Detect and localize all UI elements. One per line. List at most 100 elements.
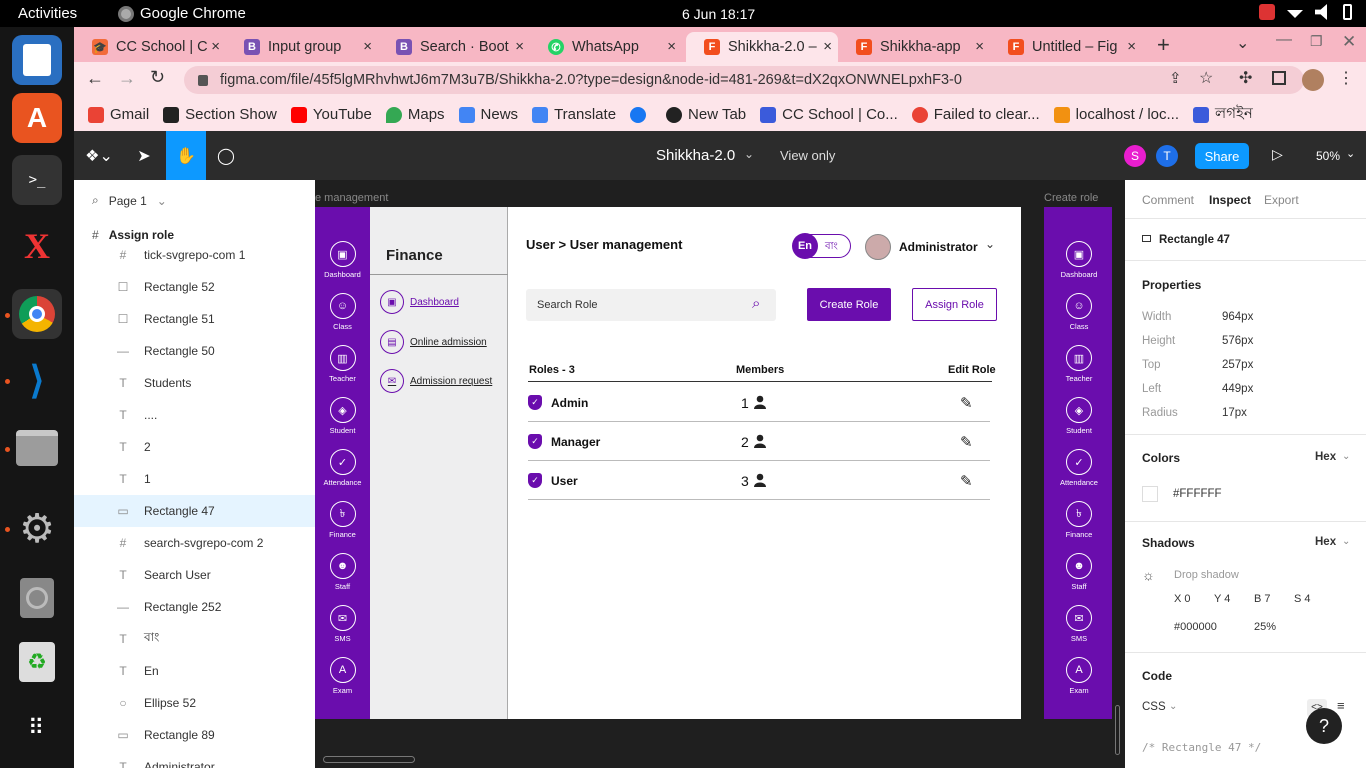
bookmark-news[interactable]: News	[458, 106, 518, 123]
subnav-dashboard[interactable]: ▣ Dashboard	[380, 290, 459, 314]
sidebar-item-exam[interactable]: A Exam	[315, 657, 370, 695]
sidebar-icon[interactable]	[1272, 71, 1286, 85]
hand-tool-icon[interactable]: ✋	[166, 131, 206, 180]
share-button[interactable]: Share	[1195, 143, 1249, 169]
sidebar-item-sms[interactable]: ✉ SMS	[315, 605, 370, 643]
bookmark-cc-school[interactable]: CC School | Co...	[760, 106, 898, 123]
present-icon[interactable]: ▷	[1272, 146, 1283, 163]
sidebar-item-dashboard[interactable]: ▣ Dashboard	[1044, 241, 1112, 279]
maximize-icon[interactable]: ❐	[1310, 33, 1323, 50]
sidebar-item-student[interactable]: ◈ Student	[1044, 397, 1112, 435]
close-tab-icon[interactable]: ×	[667, 38, 676, 55]
app-center-icon[interactable]: A	[12, 93, 62, 143]
sidebar-item-finance[interactable]: ৳ Finance	[1044, 501, 1112, 539]
minimize-icon[interactable]: —	[1276, 31, 1292, 49]
extensions-icon[interactable]: ✣	[1239, 68, 1252, 88]
layer-item[interactable]: T2	[74, 431, 315, 463]
layer-item[interactable]: ○ Ellipse 52	[74, 687, 315, 719]
tab-inspect[interactable]: Inspect	[1209, 193, 1251, 207]
disk-icon[interactable]	[12, 573, 62, 623]
layer-item[interactable]: T বাং	[74, 623, 315, 655]
property-value[interactable]: 257px	[1222, 359, 1253, 371]
bookmark-new-tab[interactable]: New Tab	[666, 106, 746, 123]
close-tab-icon[interactable]: ×	[823, 38, 832, 55]
tab-cc-school[interactable]: 🎓 CC School | C ×	[74, 32, 226, 62]
lang-en[interactable]: En	[792, 233, 818, 259]
create-role-button[interactable]: Create Role	[807, 288, 891, 321]
vertical-scrollbar[interactable]	[1115, 705, 1120, 755]
tab-whatsapp[interactable]: ✆ WhatsApp ×	[530, 32, 682, 62]
search-icon[interactable]: ⌕	[92, 193, 99, 208]
close-tab-icon[interactable]: ×	[515, 38, 524, 55]
share-page-icon[interactable]: ⇪	[1169, 69, 1182, 87]
sidebar-item-class[interactable]: ☺ Class	[1044, 293, 1112, 331]
horizontal-scrollbar[interactable]	[323, 756, 415, 763]
layer-item[interactable]: # search-svgrepo-com 2	[74, 527, 315, 559]
battery-icon[interactable]	[1343, 4, 1352, 20]
chevron-down-icon[interactable]: ⌄	[985, 237, 995, 251]
system-tray[interactable]	[1259, 4, 1352, 20]
close-tab-icon[interactable]: ×	[1127, 38, 1136, 55]
bookmark-section-show[interactable]: Section Show	[163, 106, 277, 123]
file-title[interactable]: Shikkha-2.0	[656, 147, 735, 164]
layer-item[interactable]: ▭ Rectangle 47	[74, 495, 315, 527]
sidebar-item-teacher[interactable]: ▥ Teacher	[315, 345, 370, 383]
collaborator-avatar[interactable]: T	[1156, 145, 1178, 167]
page-selector[interactable]: ⌕ Page 1 ⌄	[92, 193, 167, 208]
settings-icon[interactable]: ⚙	[12, 504, 62, 554]
bookmark-translate[interactable]: Translate	[532, 106, 616, 123]
layer-item[interactable]: # tick-svgrepo-com 1	[74, 239, 315, 271]
layer-item[interactable]: ☐ Rectangle 52	[74, 271, 315, 303]
layer-item[interactable]: T Administrator	[74, 751, 315, 768]
layer-item[interactable]: ▭ Rectangle 89	[74, 719, 315, 751]
search-role-input[interactable]: Search Role ⌕	[526, 289, 776, 321]
bookmark-localhost[interactable]: localhost / loc...	[1053, 106, 1179, 123]
layer-item[interactable]: — Rectangle 50	[74, 335, 315, 367]
wifi-icon[interactable]	[1287, 10, 1303, 18]
figma-menu-icon[interactable]: ❖⌄	[74, 131, 124, 180]
bookmark-youtube[interactable]: YouTube	[290, 106, 372, 123]
sidebar-item-attendance[interactable]: ✓ Attendance	[1044, 449, 1112, 487]
search-icon[interactable]: ⌕	[752, 295, 760, 312]
sidebar-item-student[interactable]: ◈ Student	[315, 397, 370, 435]
property-value[interactable]: 576px	[1222, 335, 1253, 347]
tab-untitled[interactable]: F Untitled – Fig ×	[990, 32, 1142, 62]
bookmark-gmail[interactable]: Gmail	[88, 106, 149, 123]
layer-item[interactable]: — Rectangle 252	[74, 591, 315, 623]
bookmark-failed-clear[interactable]: Failed to clear...	[911, 106, 1040, 123]
zoom-level[interactable]: 50%	[1316, 149, 1340, 163]
close-tab-icon[interactable]: ×	[211, 38, 220, 55]
text-editor-icon[interactable]	[12, 35, 62, 85]
tab-shikkha-active[interactable]: F Shikkha-2.0 – ×	[686, 32, 838, 62]
collaborator-avatar[interactable]: S	[1124, 145, 1146, 167]
tab-comment[interactable]: Comment	[1142, 193, 1194, 207]
sidebar-item-staff[interactable]: ☻ Staff	[315, 553, 370, 591]
ublock-icon[interactable]	[1259, 4, 1275, 20]
sidebar-item-finance[interactable]: ৳ Finance	[315, 501, 370, 539]
menu-icon[interactable]: ⋮	[1338, 68, 1354, 88]
comment-tool-icon[interactable]: ◯	[206, 131, 246, 180]
lang-bn[interactable]: বাং	[825, 239, 838, 256]
bookmark-facebook[interactable]	[630, 106, 652, 123]
help-button[interactable]: ?	[1306, 708, 1342, 744]
sidebar-item-teacher[interactable]: ▥ Teacher	[1044, 345, 1112, 383]
color-value[interactable]: #FFFFFF	[1173, 488, 1222, 500]
title-chevron-icon[interactable]: ⌄	[744, 147, 754, 161]
sidebar-item-exam[interactable]: A Exam	[1044, 657, 1112, 695]
tab-input-group[interactable]: B Input group ×	[226, 32, 378, 62]
subnav-online-admission[interactable]: ▤ Online admission	[380, 330, 487, 354]
property-value[interactable]: 449px	[1222, 383, 1253, 395]
forward-icon[interactable]: →	[118, 68, 136, 89]
user-name[interactable]: Administrator	[899, 240, 978, 254]
frame-label-right[interactable]: Create role	[1044, 192, 1098, 204]
sidebar-item-sms[interactable]: ✉ SMS	[1044, 605, 1112, 643]
bookmark-login[interactable]: লগইন	[1193, 102, 1253, 127]
chrome-dock-icon[interactable]	[12, 289, 62, 339]
edit-icon[interactable]: ✎	[960, 433, 973, 451]
activities-button[interactable]: Activities	[18, 5, 77, 22]
clock[interactable]: 6 Jun 18:17	[682, 6, 755, 22]
bookmark-star-icon[interactable]: ☆	[1199, 68, 1213, 88]
layer-item[interactable]: T Students	[74, 367, 315, 399]
user-avatar[interactable]	[865, 234, 891, 260]
tab-search-bootstrap[interactable]: B Search · Boot ×	[378, 32, 530, 62]
